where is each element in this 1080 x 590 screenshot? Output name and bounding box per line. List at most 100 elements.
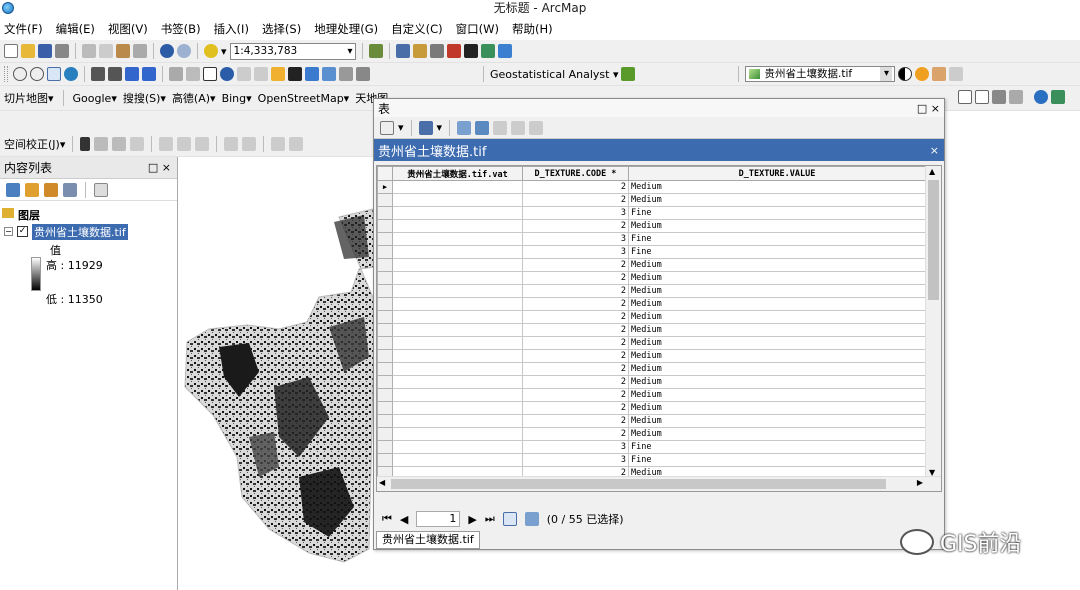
link-table-icon[interactable] [159,137,174,151]
menu-selection[interactable]: 选择(S) [262,21,301,37]
list-by-source-icon[interactable] [25,182,39,197]
paste-icon[interactable] [116,44,130,58]
scroll-left-icon[interactable]: ◀ [379,478,385,487]
show-all-records-icon[interactable] [502,512,517,526]
tool-icon[interactable] [1051,90,1065,104]
select-arrow-icon[interactable] [80,137,91,151]
tile-map-menu[interactable]: 切片地图▾ [4,90,54,106]
search-window-icon[interactable] [429,44,444,58]
chevron-down-icon[interactable]: ▾ [437,121,443,134]
table-cell-code[interactable]: 2 [522,427,629,441]
table-window-controls[interactable]: □ × [917,102,940,115]
table-cell-vat[interactable] [392,349,523,363]
row-selector[interactable] [377,375,393,389]
layout-view-icon[interactable] [958,90,972,104]
view-links-icon[interactable] [195,137,210,151]
table-cell-value[interactable]: Fine [628,440,926,454]
table-row[interactable]: 3 Fine [377,232,926,246]
menu-help[interactable]: 帮助(H) [512,21,553,37]
contrast-icon[interactable] [898,67,913,81]
table-options-icon[interactable] [380,120,394,135]
page-icon[interactable] [975,90,989,104]
list-by-drawing-order-icon[interactable] [6,182,20,197]
table-cell-value[interactable]: Medium [628,375,926,389]
table-row[interactable]: 2Medium [377,193,926,207]
table-row[interactable]: 3 Fine [377,206,926,220]
table-cell-code[interactable]: 2 [522,310,629,324]
python-window-icon[interactable] [463,44,478,58]
row-selector[interactable] [377,362,393,376]
menu-edit[interactable]: 编辑(E) [56,21,95,37]
zoom-to-selected-icon[interactable] [511,120,526,135]
clear-selection-icon[interactable] [493,120,508,135]
brightness-icon[interactable] [915,67,930,81]
table-row[interactable]: 2Medium [377,258,926,272]
delete-icon[interactable] [133,44,147,58]
layer-visibility-checkbox[interactable]: ✓ [17,226,28,237]
scroll-up-icon[interactable]: ▲ [929,167,935,176]
fixed-zoom-in-icon[interactable] [91,67,105,81]
modify-link-icon[interactable] [112,137,127,151]
table-cell-vat[interactable] [392,414,523,428]
table-row[interactable]: 2Medium [377,401,926,415]
table-cell-vat[interactable] [392,297,523,311]
close-icon[interactable]: × [930,144,939,157]
table-cell-value[interactable]: Medium [628,193,926,207]
row-selector[interactable] [377,219,393,233]
table-row[interactable]: ▶ 2 Medium [377,180,926,194]
arctoolbox-icon[interactable] [446,44,461,58]
table-cell-value[interactable]: Medium [628,258,926,272]
table-cell-value[interactable]: Medium [628,388,926,402]
table-cell-code[interactable]: 3 [522,206,629,220]
table-row[interactable]: 2Medium [377,219,926,233]
row-selector[interactable] [377,310,393,324]
transparency-icon[interactable] [932,67,947,81]
table-cell-code[interactable]: 2 [522,271,629,285]
row-selector[interactable] [377,388,393,402]
swipe-icon[interactable] [949,67,964,81]
table-cell-vat[interactable] [392,453,523,467]
table-cell-code[interactable]: 2 [522,388,629,402]
row-selector[interactable] [377,336,393,350]
soso-menu[interactable]: 搜搜(S)▾ [123,90,166,106]
table-row[interactable]: 2Medium [377,336,926,350]
table-row[interactable]: 2Medium [377,297,926,311]
table-cell-code[interactable]: 2 [522,180,629,194]
toolbar-grip[interactable] [4,66,8,82]
row-selector[interactable] [377,271,393,285]
table-cell-value[interactable]: Fine [628,206,926,220]
scroll-right-icon[interactable]: ▶ [917,478,923,487]
openstreetmap-menu[interactable]: OpenStreetMap▾ [258,92,350,105]
map-scale-combobox[interactable]: 1:4,333,783 [229,42,356,60]
row-selector[interactable] [377,414,393,428]
full-extent-icon[interactable] [64,67,78,81]
catalog-icon[interactable] [412,44,427,58]
horizontal-scrollbar[interactable]: ◀ ▶ [377,476,941,491]
menu-view[interactable]: 视图(V) [108,21,148,37]
table-cell-value[interactable]: Medium [628,349,926,363]
geostatistical-analyst-menu[interactable]: Geostatistical Analyst ▾ [490,68,618,81]
layer-name[interactable]: 贵州省土壤数据.tif [32,224,128,240]
table-cell-vat[interactable] [392,271,523,285]
current-row-indicator-icon[interactable]: ▶ [377,180,393,194]
go-to-xy-icon[interactable] [322,67,336,81]
row-selector-header[interactable] [377,166,393,181]
undo-icon[interactable] [160,44,174,58]
previous-record-icon[interactable]: ◀ [400,513,408,526]
table-cell-value[interactable]: Medium [628,336,926,350]
table-cell-code[interactable]: 2 [522,401,629,415]
google-menu[interactable]: Google▾ [73,92,117,105]
table-row[interactable]: 2Medium [377,271,926,285]
table-cell-vat[interactable] [392,310,523,324]
table-cell-value[interactable]: Medium [628,414,926,428]
save-icon[interactable] [38,44,52,58]
table-cell-code[interactable]: 3 [522,453,629,467]
layers-root[interactable]: 图层 [18,207,40,223]
table-cell-code[interactable]: 2 [522,284,629,298]
select-by-attributes-icon[interactable] [457,120,472,135]
row-selector[interactable] [377,206,393,220]
menu-customize[interactable]: 自定义(C) [391,21,443,37]
table-cell-value[interactable]: Medium [628,427,926,441]
geostatistical-wizard-icon[interactable] [621,67,636,81]
multiple-link-icon[interactable] [130,137,145,151]
